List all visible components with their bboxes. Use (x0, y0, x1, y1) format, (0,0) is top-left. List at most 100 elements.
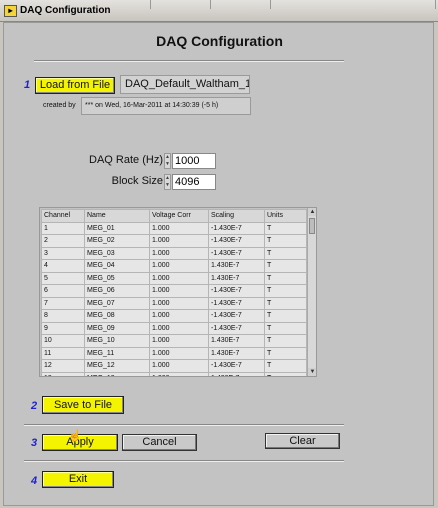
table-cell: -1.430E-7 (208, 359, 265, 373)
table-cell: MEG_03 (84, 246, 150, 260)
block-size-spinner[interactable]: ▲ ▼ (164, 174, 171, 190)
table-cell: T (264, 346, 307, 360)
table-cell: 1.000 (149, 371, 209, 376)
table-cell: T (264, 246, 307, 260)
step-1-label: 1 (24, 79, 31, 91)
table-scrollbar[interactable]: ▲ ▼ (307, 208, 316, 376)
table-cell: MEG_01 (84, 221, 150, 235)
cancel-button[interactable]: Cancel (122, 434, 197, 451)
table-cell: T (264, 296, 307, 310)
table-cell: 1.430E-7 (208, 271, 265, 285)
table-cell: 1.000 (149, 284, 209, 298)
table-cell: T (264, 371, 307, 376)
table-cell: 1.000 (149, 346, 209, 360)
table-cell: -1.430E-7 (208, 309, 265, 323)
daq-rate-label: DAQ Rate (Hz) (89, 154, 163, 166)
table-cell: 1.000 (149, 359, 209, 373)
table-cell: T (264, 234, 307, 248)
created-by-value: *** on Wed, 16-Mar-2011 at 14:30:39 (-5 … (81, 97, 251, 115)
hand-pointer-icon: ☝ (68, 430, 82, 442)
table-cell: T (264, 221, 307, 235)
table-cell: T (264, 309, 307, 323)
table-cell: -1.430E-7 (208, 246, 265, 260)
table-cell: MEG_09 (84, 321, 150, 335)
window-title: DAQ Configuration (20, 5, 111, 16)
table-cell: 1.430E-7 (208, 371, 265, 376)
table-cell: 1.000 (149, 271, 209, 285)
table-cell: 1.000 (149, 221, 209, 235)
created-by-label: created by (43, 102, 76, 109)
table-row[interactable]: 7 MEG_07 1.000 -1.430E-7 T (41, 296, 307, 310)
divider (34, 60, 344, 62)
table-cell: MEG_05 (84, 271, 150, 285)
page-title: DAQ Configuration (156, 33, 283, 49)
table-cell: -1.430E-7 (208, 296, 265, 310)
daq-rate-input[interactable]: 1000 (172, 153, 216, 169)
labview-vi-icon: ▸ (4, 5, 17, 17)
table-cell: 1.430E-7 (208, 259, 265, 273)
step-4-label: 4 (31, 475, 38, 487)
clear-button[interactable]: Clear (265, 433, 340, 449)
table-cell: 1.000 (149, 296, 209, 310)
save-to-file-button[interactable]: Save to File (42, 396, 124, 414)
table-row[interactable]: 13MEG_131.0001.430E-7T (41, 371, 307, 376)
block-size-label: Block Size (111, 175, 163, 187)
step-2-label: 2 (31, 400, 38, 412)
table-cell: MEG_08 (84, 309, 150, 323)
table-cell: MEG_06 (84, 284, 150, 298)
table-cell: 1.430E-7 (208, 334, 265, 348)
table-row[interactable]: 12 MEG_12 1.000 -1.430E-7 T (41, 359, 307, 373)
table-row[interactable]: 11 MEG_11 1.000 1.430E-7 T (41, 346, 307, 360)
table-cell: 1 (41, 221, 85, 235)
step-3-label: 3 (31, 437, 38, 449)
block-size-input[interactable]: 4096 (172, 174, 216, 190)
table-cell: T (264, 334, 307, 348)
table-row[interactable]: 10 MEG_10 1.000 1.430E-7 T (41, 334, 307, 348)
table-cell: 9 (41, 321, 85, 335)
table-cell: 1.000 (149, 246, 209, 260)
table-header-row: Channel Name Voltage Corr Scaling Units (41, 209, 307, 223)
table-cell: T (264, 271, 307, 285)
table-cell: MEG_11 (84, 346, 150, 360)
table-cell: 5 (41, 271, 85, 285)
table-cell: MEG_02 (84, 234, 150, 248)
column-header-channel: Channel (41, 209, 85, 223)
exit-button[interactable]: Exit (42, 471, 114, 488)
table-cell: 1.430E-7 (208, 346, 265, 360)
table-row[interactable]: 3 MEG_03 1.000 -1.430E-7 T (41, 246, 307, 260)
table-cell: T (264, 259, 307, 273)
table-row[interactable]: 5 MEG_05 1.000 1.430E-7 T (41, 271, 307, 285)
channel-grid: Channel Name Voltage Corr Scaling Units … (41, 209, 307, 376)
column-header-scaling: Scaling (208, 209, 265, 223)
table-row[interactable]: 9 MEG_09 1.000 -1.430E-7 T (41, 321, 307, 335)
table-cell: 13 (41, 371, 85, 376)
scroll-up-icon[interactable]: ▲ (308, 208, 316, 216)
table-row[interactable]: 6 MEG_06 1.000 -1.430E-7 T (41, 284, 307, 298)
table-cell: T (264, 359, 307, 373)
config-filename-display: DAQ_Default_Waltham_1k (120, 75, 250, 94)
divider (24, 460, 344, 462)
table-cell: -1.430E-7 (208, 234, 265, 248)
table-cell: 6 (41, 284, 85, 298)
table-cell: 10 (41, 334, 85, 348)
table-cell: 3 (41, 246, 85, 260)
table-cell: 11 (41, 346, 85, 360)
channel-table[interactable]: Channel Name Voltage Corr Scaling Units … (39, 207, 317, 377)
table-row[interactable]: 2 MEG_02 1.000 -1.430E-7 T (41, 234, 307, 248)
table-row[interactable]: 1 MEG_01 1.000 -1.430E-7 T (41, 221, 307, 235)
table-cell: 4 (41, 259, 85, 273)
table-row[interactable]: 8 MEG_08 1.000 -1.430E-7 T (41, 309, 307, 323)
table-cell: MEG_13 (84, 371, 150, 376)
load-from-file-button[interactable]: Load from File (35, 77, 115, 94)
table-cell: T (264, 321, 307, 335)
table-cell: 1.000 (149, 309, 209, 323)
table-cell: MEG_04 (84, 259, 150, 273)
divider (24, 424, 344, 426)
table-cell: 1.000 (149, 259, 209, 273)
table-cell: 7 (41, 296, 85, 310)
table-cell: 1.000 (149, 321, 209, 335)
scroll-down-icon[interactable]: ▼ (308, 368, 316, 376)
table-row[interactable]: 4 MEG_04 1.000 1.430E-7 T (41, 259, 307, 273)
scroll-thumb[interactable] (309, 218, 315, 234)
daq-rate-spinner[interactable]: ▲ ▼ (164, 153, 171, 169)
